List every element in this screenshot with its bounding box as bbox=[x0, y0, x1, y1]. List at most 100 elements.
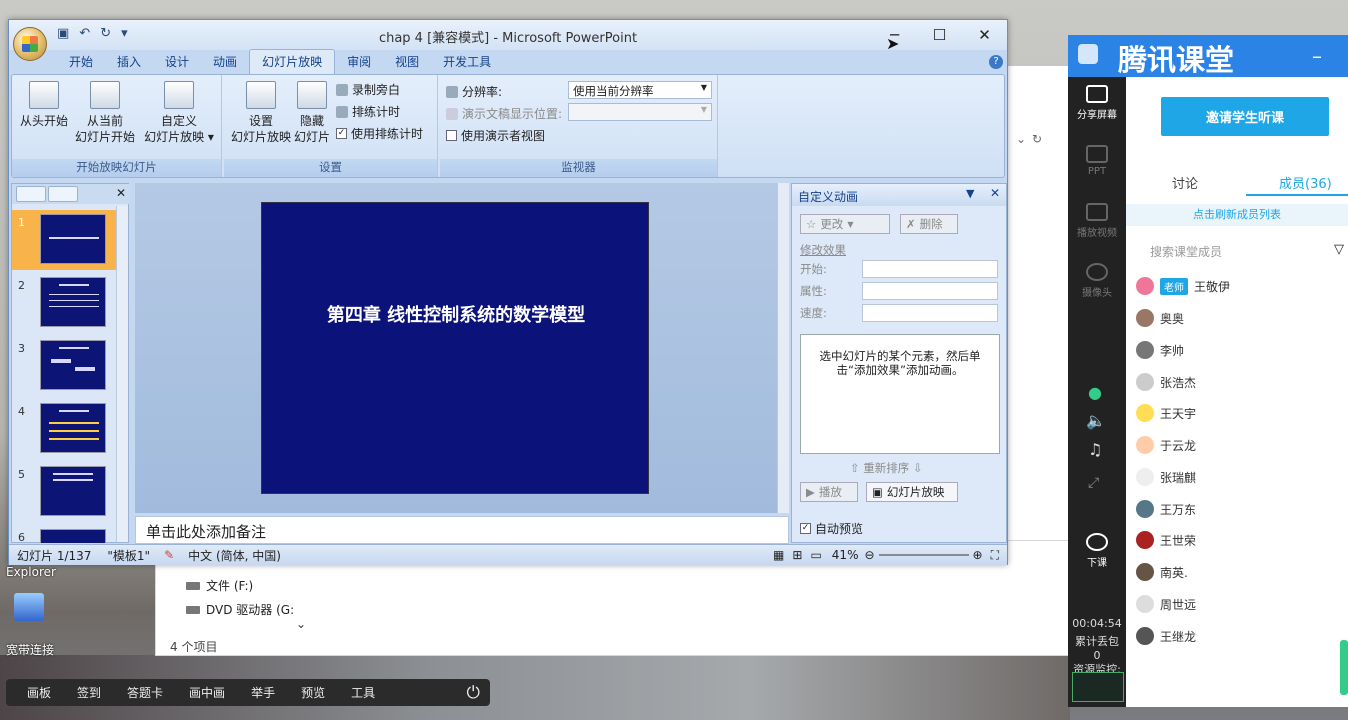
slide-thumbnail[interactable]: 4 bbox=[12, 399, 118, 459]
slide-thumbnail[interactable]: 3 bbox=[12, 336, 118, 396]
save-icon[interactable]: ▣ bbox=[57, 26, 69, 41]
list-item[interactable]: 王继龙 bbox=[1136, 626, 1196, 646]
fit-window-icon[interactable]: ⛶ bbox=[983, 548, 1007, 563]
zoom-level[interactable]: 41% bbox=[826, 548, 865, 562]
slide-title[interactable]: 第四章 线性控制系统的数学模型 bbox=[262, 301, 650, 327]
close-button[interactable]: ✕ bbox=[962, 20, 1007, 50]
toolbar-whiteboard[interactable]: 画板 bbox=[14, 684, 64, 701]
tab-animations[interactable]: 动画 bbox=[201, 50, 249, 74]
close-icon[interactable]: ✕ bbox=[116, 186, 126, 202]
network-icon[interactable] bbox=[14, 593, 44, 621]
show-on-select[interactable]: ▼ bbox=[568, 103, 712, 121]
list-item[interactable]: 奥奥 bbox=[1136, 308, 1184, 328]
refresh-icon[interactable]: ↻ bbox=[1032, 132, 1042, 146]
slide-canvas[interactable]: 第四章 线性控制系统的数学模型 bbox=[261, 202, 649, 494]
presenter-view-checkbox[interactable]: 使用演示者视图 bbox=[446, 127, 545, 144]
list-item[interactable]: 周世远 bbox=[1136, 594, 1196, 614]
tab-insert[interactable]: 插入 bbox=[105, 50, 153, 74]
outline-tab[interactable] bbox=[48, 186, 78, 202]
zoom-slider[interactable] bbox=[878, 554, 969, 556]
power-icon[interactable]: ⏻ bbox=[467, 683, 480, 703]
notes-pane[interactable]: 单击此处添加备注 bbox=[135, 516, 789, 544]
spellcheck-icon[interactable]: ✎ bbox=[158, 548, 180, 562]
redo-icon[interactable]: ↻ bbox=[100, 26, 111, 41]
close-icon[interactable]: ✕ bbox=[990, 186, 1000, 200]
use-timings-checkbox[interactable]: ✓ 使用排练计时 bbox=[336, 125, 423, 142]
language-indicator[interactable]: 中文 (简体, 中国) bbox=[180, 547, 289, 564]
toolbar-raise-hand[interactable]: 举手 bbox=[238, 684, 288, 701]
remove-effect-button[interactable]: ✗ 删除 bbox=[900, 214, 958, 234]
start-select[interactable] bbox=[862, 260, 998, 278]
desktop-label-broadband[interactable]: 宽带连接 bbox=[6, 641, 76, 658]
tab-discussion[interactable]: 讨论 bbox=[1172, 173, 1198, 192]
list-item[interactable]: 南英. bbox=[1136, 562, 1188, 582]
slideshow-view-icon[interactable]: ▭ bbox=[806, 548, 825, 562]
record-narration-button[interactable]: 录制旁白 bbox=[336, 81, 400, 98]
list-item[interactable]: 张瑞麒 bbox=[1136, 467, 1196, 487]
play-button[interactable]: ▶ 播放 bbox=[800, 482, 858, 502]
list-item[interactable]: 老师 王敬伊 bbox=[1136, 276, 1230, 296]
tab-view[interactable]: 视图 bbox=[383, 50, 431, 74]
undo-icon[interactable]: ↶ bbox=[79, 26, 90, 41]
chevron-down-icon[interactable]: ⌄ bbox=[1016, 132, 1026, 146]
camera-button[interactable]: 摄像头 bbox=[1068, 263, 1126, 299]
list-item[interactable]: 张浩杰 bbox=[1136, 372, 1196, 392]
end-class-button[interactable]: 下课 bbox=[1068, 533, 1126, 569]
setup-slideshow-button[interactable]: 设置 幻灯片放映 bbox=[228, 81, 294, 145]
slide-thumbnail[interactable]: 5 bbox=[12, 462, 118, 522]
toolbar-tools[interactable]: 工具 bbox=[338, 684, 388, 701]
help-icon[interactable]: ? bbox=[989, 55, 1003, 69]
tab-members[interactable]: 成员(36) bbox=[1279, 173, 1332, 192]
toolbar-answer-card[interactable]: 答题卡 bbox=[114, 684, 176, 701]
list-item[interactable]: 王天宇 bbox=[1136, 403, 1196, 423]
share-screen-button[interactable]: 分享屏幕 bbox=[1068, 85, 1126, 121]
list-item[interactable]: 王世荣 bbox=[1136, 530, 1196, 550]
slide-thumbnail[interactable]: 2 bbox=[12, 273, 118, 333]
toolbar-pip[interactable]: 画中画 bbox=[176, 684, 238, 701]
slide-scrollbar[interactable] bbox=[777, 183, 789, 513]
minimize-icon[interactable]: – bbox=[1312, 44, 1322, 68]
microphone-icon[interactable]: ● bbox=[1088, 383, 1102, 402]
from-beginning-button[interactable]: 从头开始 bbox=[16, 81, 72, 129]
list-item[interactable]: 于云龙 bbox=[1136, 435, 1196, 455]
animation-list[interactable]: 选中幻灯片的某个元素，然后单击“添加效果”添加动画。 bbox=[800, 334, 1000, 454]
rehearse-timings-button[interactable]: 排练计时 bbox=[336, 103, 400, 120]
chevron-down-icon[interactable]: ⌄ bbox=[296, 617, 306, 631]
invite-students-button[interactable]: 邀请学生听课 bbox=[1161, 97, 1329, 136]
zoom-in-icon[interactable]: ⊕ bbox=[973, 548, 983, 562]
tab-review[interactable]: 审阅 bbox=[335, 50, 383, 74]
filter-icon[interactable]: ▽ bbox=[1334, 242, 1344, 257]
list-item[interactable]: 文件 (F:) bbox=[186, 577, 253, 594]
desktop-label-explorer[interactable]: Explorer bbox=[6, 565, 76, 579]
list-item[interactable]: 王万东 bbox=[1136, 499, 1196, 519]
toolbar-preview[interactable]: 预览 bbox=[288, 684, 338, 701]
autopreview-checkbox[interactable]: ✓ 自动预览 bbox=[800, 520, 863, 537]
tab-home[interactable]: 开始 bbox=[57, 50, 105, 74]
hide-slide-button[interactable]: 隐藏 幻灯片 bbox=[292, 81, 332, 145]
normal-view-icon[interactable]: ▦ bbox=[769, 548, 788, 562]
slides-tab[interactable] bbox=[16, 186, 46, 202]
slide-sorter-icon[interactable]: ⊞ bbox=[788, 548, 806, 562]
thumbnail-scrollbar[interactable] bbox=[116, 206, 128, 542]
speed-select[interactable] bbox=[862, 304, 998, 322]
slide-thumbnail[interactable]: 1 bbox=[12, 210, 118, 270]
toolbar-checkin[interactable]: 签到 bbox=[64, 684, 114, 701]
maximize-button[interactable]: ☐ bbox=[917, 20, 962, 50]
tab-developer[interactable]: 开发工具 bbox=[431, 50, 503, 74]
zoom-out-icon[interactable]: ⊖ bbox=[864, 548, 874, 562]
slide-thumbnail[interactable]: 6 bbox=[12, 525, 118, 543]
reorder-control[interactable]: ⇧ 重新排序 ⇩ bbox=[850, 460, 923, 476]
speaker-icon[interactable]: 🔈 bbox=[1086, 411, 1106, 430]
property-select[interactable] bbox=[862, 282, 998, 300]
tab-design[interactable]: 设计 bbox=[153, 50, 201, 74]
tab-slideshow[interactable]: 幻灯片放映 bbox=[249, 49, 336, 74]
resolution-select[interactable]: 使用当前分辨率 ▼ bbox=[568, 81, 712, 99]
refresh-members-link[interactable]: 点击刷新成员列表 bbox=[1126, 204, 1348, 226]
member-search-input[interactable]: 搜索课堂成员 bbox=[1150, 243, 1222, 260]
slideshow-button[interactable]: ▣ 幻灯片放映 bbox=[866, 482, 958, 502]
list-item[interactable]: 李帅 bbox=[1136, 340, 1184, 360]
list-item[interactable]: DVD 驱动器 (G: bbox=[186, 601, 294, 618]
play-video-button[interactable]: 播放视频 bbox=[1068, 203, 1126, 239]
custom-show-button[interactable]: 自定义 幻灯片放映 ▾ bbox=[142, 81, 216, 145]
fullscreen-icon[interactable]: ⤢ bbox=[1088, 475, 1099, 491]
